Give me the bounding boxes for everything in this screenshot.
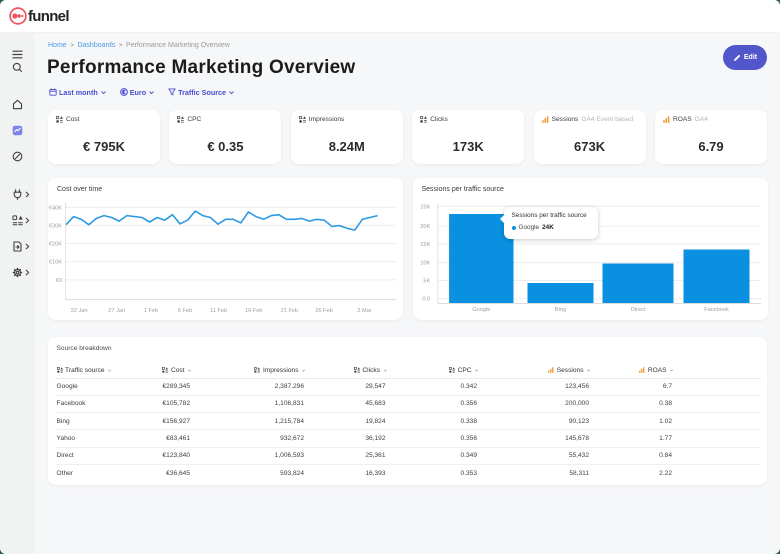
svg-text:Direct: Direct (630, 307, 645, 313)
svg-text:€20K: €20K (49, 242, 62, 248)
svg-text:26 Feb: 26 Feb (315, 308, 332, 314)
svg-text:€0: €0 (56, 278, 62, 284)
svg-text:2 Mar: 2 Mar (357, 308, 371, 314)
svg-text:Bing: Bing (554, 307, 565, 313)
svg-text:10K: 10K (420, 261, 430, 267)
svg-text:0.0: 0.0 (422, 297, 430, 303)
svg-text:1 Feb: 1 Feb (144, 308, 158, 314)
svg-text:16 Feb: 16 Feb (245, 308, 262, 314)
svg-text:5K: 5K (423, 279, 430, 285)
svg-text:21 Feb: 21 Feb (281, 308, 298, 314)
svg-text:25K: 25K (420, 204, 430, 210)
svg-text:6 Feb: 6 Feb (178, 308, 192, 314)
svg-text:€30K: €30K (49, 223, 62, 229)
svg-text:€10K: €10K (49, 260, 62, 266)
svg-text:27 Jan: 27 Jan (108, 308, 125, 314)
svg-text:€40K: €40K (49, 205, 62, 211)
svg-text:15K: 15K (420, 242, 430, 248)
svg-text:22 Jan: 22 Jan (71, 308, 88, 314)
svg-text:20K: 20K (420, 224, 430, 230)
svg-text:Facebook: Facebook (704, 307, 729, 313)
svg-text:Google: Google (472, 307, 490, 313)
svg-text:11 Feb: 11 Feb (210, 308, 227, 314)
